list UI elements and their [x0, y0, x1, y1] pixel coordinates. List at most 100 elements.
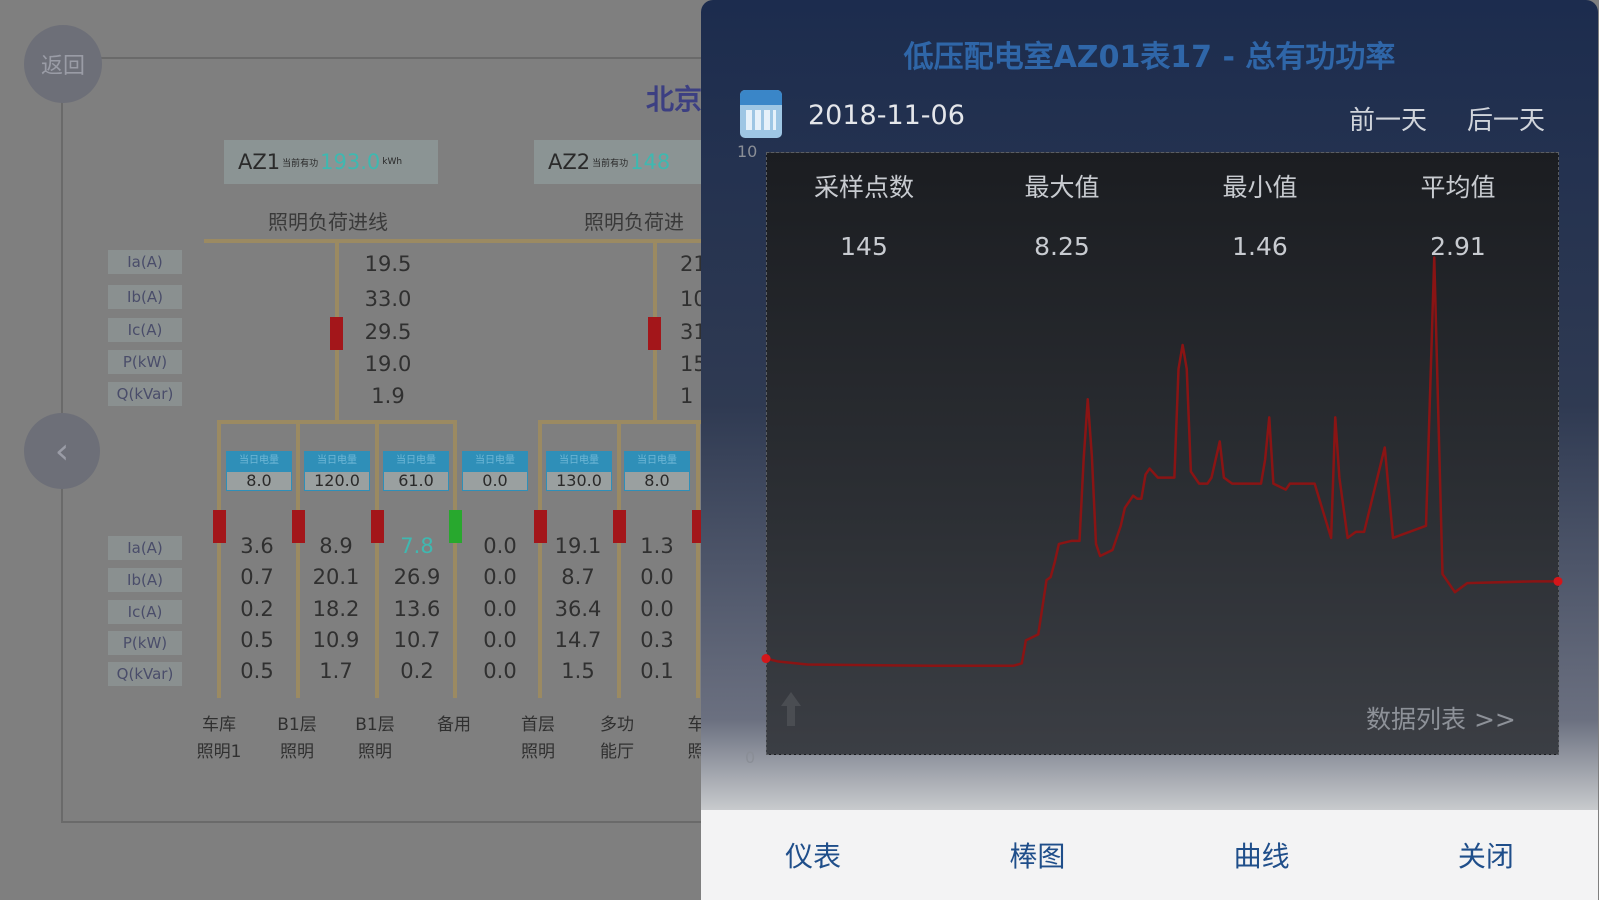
circuit-ic: 0.2	[240, 597, 274, 621]
circuit-name: 首层 照明	[521, 715, 555, 762]
daily-energy-box: 当日电量 0.0	[462, 451, 528, 493]
meter-az2[interactable]: AZ2 当前有功 148	[534, 140, 704, 184]
circuit-ia: 19.1	[554, 534, 602, 558]
circuit-q: 1.5	[561, 659, 595, 683]
stat-header-max: 最大值	[1024, 173, 1100, 202]
circuit-name: 多功 能厅	[600, 715, 634, 762]
circuit-p: 0.3	[640, 628, 674, 652]
circuit-ib: 0.0	[640, 565, 674, 589]
main-ic: 29.5	[364, 320, 412, 344]
tab-bar-chart[interactable]: 棒图	[925, 810, 1149, 900]
prev-day-button[interactable]: 前一天	[1349, 100, 1427, 137]
circuit-ia: 7.8	[400, 534, 434, 558]
circuit-ib: 20.1	[312, 565, 360, 589]
circuit-ia: 3.6	[240, 534, 274, 558]
tab-curve[interactable]: 曲线	[1150, 810, 1374, 900]
daily-energy-box: 当日电量 61.0	[383, 451, 449, 493]
prev-page-button[interactable]: ‹	[24, 413, 100, 489]
daily-energy-caption: 当日电量	[383, 451, 449, 471]
daily-energy-box: 当日电量 8.0	[624, 451, 690, 493]
row-tag-ib: Ib(A)	[108, 568, 182, 592]
tab-close[interactable]: 关闭	[1374, 810, 1598, 900]
main2-q: 1	[680, 384, 694, 408]
daily-energy-box: 当日电量 8.0	[226, 451, 292, 493]
row-tag-ia: Ia(A)	[108, 250, 182, 274]
main-breaker-1[interactable]	[330, 317, 343, 350]
row-tag-q: Q(kVar)	[108, 382, 182, 406]
main-ib: 33.0	[364, 287, 412, 311]
circuit-q: 1.7	[319, 659, 353, 683]
tab-gauge[interactable]: 仪表	[701, 810, 925, 900]
circuit-ic: 13.6	[393, 597, 441, 621]
row-tag-ib: Ib(A)	[108, 285, 182, 309]
power-curve-dialog: 低压配电室AZ01表17 - 总有功功率 2018-11-06 前一天 后一天 …	[701, 0, 1598, 900]
circuit-q: 0.1	[640, 659, 674, 683]
main-p: 19.0	[364, 352, 412, 376]
daily-energy-value: 8.0	[624, 471, 690, 491]
main-q: 1.9	[371, 384, 405, 408]
stat-value-avg: 2.91	[1430, 232, 1486, 261]
circuit-p: 0.0	[483, 628, 517, 652]
main-breaker-2[interactable]	[648, 317, 661, 350]
branch-bus-1	[217, 420, 455, 424]
meter-unit: kWh	[382, 157, 403, 167]
bottom-tab-bar: 仪表 棒图 曲线 关闭	[701, 810, 1598, 900]
row-tag-ia: Ia(A)	[108, 536, 182, 560]
branch-bus-2	[538, 420, 704, 424]
stat-value-samples: 145	[840, 232, 888, 261]
stat-header-samples: 采样点数	[813, 173, 914, 202]
circuit-name: B1层 照明	[355, 715, 395, 762]
daily-energy-caption: 当日电量	[624, 451, 690, 471]
next-day-button[interactable]: 后一天	[1467, 100, 1545, 137]
branch-line	[375, 420, 379, 698]
scroll-up-icon[interactable]	[780, 690, 802, 728]
y-axis-min-label: 0	[745, 748, 756, 767]
daily-energy-caption: 当日电量	[304, 451, 370, 471]
data-list-link[interactable]: 数据列表 >>	[1366, 700, 1516, 736]
circuit-name: B1层 照明	[277, 715, 317, 762]
circuit-q: 0.2	[400, 659, 434, 683]
circuit-q: 0.5	[240, 659, 274, 683]
page-title: 北京	[646, 83, 703, 116]
circuit-ia: 0.0	[483, 534, 517, 558]
circuit-p: 10.7	[393, 628, 441, 652]
daily-energy-box: 当日电量 130.0	[546, 451, 612, 493]
daily-energy-box: 当日电量 120.0	[304, 451, 370, 493]
stat-value-min: 1.46	[1232, 232, 1288, 261]
row-tag-q: Q(kVar)	[108, 662, 182, 686]
circuit-ib: 0.0	[483, 565, 517, 589]
circuit-ia: 1.3	[640, 534, 674, 558]
circuit-ib: 0.7	[240, 565, 274, 589]
circuit-p: 10.9	[312, 628, 360, 652]
meter-caption: 当前有功	[282, 158, 319, 169]
daily-energy-value: 0.0	[462, 471, 528, 491]
y-axis-max-label: 10	[737, 142, 758, 161]
branch-breaker[interactable]	[449, 510, 462, 543]
circuit-ic: 36.4	[554, 597, 602, 621]
circuit-name: 车库 照明1	[196, 715, 242, 762]
circuit-ic: 0.0	[640, 597, 674, 621]
meter-value: 148	[630, 150, 671, 174]
circuit-p: 0.5	[240, 628, 274, 652]
branch-line	[296, 420, 300, 698]
daily-energy-value: 130.0	[546, 471, 612, 491]
row-tag-p: P(kW)	[108, 350, 182, 374]
main-ia: 19.5	[364, 252, 412, 276]
branch-line	[538, 420, 542, 698]
selected-date[interactable]: 2018-11-06	[808, 100, 965, 131]
circuit-ic: 18.2	[312, 597, 360, 621]
calendar-icon[interactable]	[740, 90, 782, 138]
meter-value: 193.0	[320, 150, 381, 174]
circuit-q: 0.0	[483, 659, 517, 683]
stat-value-max: 8.25	[1034, 232, 1090, 261]
meter-name: AZ1	[238, 150, 281, 174]
daily-energy-value: 8.0	[226, 471, 292, 491]
branch-line	[217, 420, 221, 698]
daily-energy-value: 61.0	[383, 471, 449, 491]
daily-energy-caption: 当日电量	[462, 451, 528, 471]
circuit-name: 备用	[437, 715, 471, 735]
circuit-ic: 0.0	[483, 597, 517, 621]
back-button[interactable]: 返回	[24, 25, 102, 103]
feeder-label-1: 照明负荷进线	[268, 210, 388, 234]
meter-az1[interactable]: AZ1 当前有功 193.0 kWh	[224, 140, 438, 184]
